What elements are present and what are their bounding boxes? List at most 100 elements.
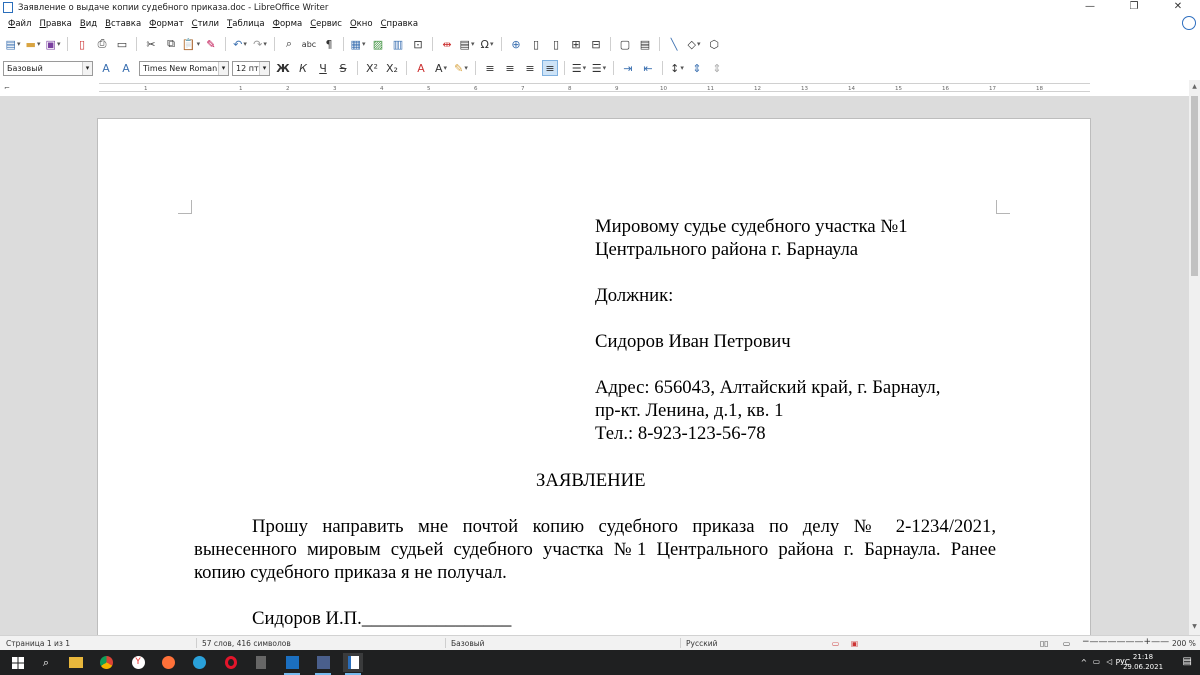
- strikethrough-button[interactable]: S: [335, 60, 351, 76]
- italic-button[interactable]: К: [295, 60, 311, 76]
- undo-icon[interactable]: ↶: [232, 36, 248, 52]
- find-replace-icon[interactable]: ⌕: [281, 36, 297, 52]
- tab-stop-type-icon[interactable]: ⌐: [4, 84, 10, 92]
- scroll-up-icon[interactable]: ▲: [1189, 83, 1200, 93]
- draw-functions-icon[interactable]: ⬡: [706, 36, 722, 52]
- minimize-button[interactable]: —: [1068, 0, 1112, 15]
- line-icon[interactable]: ╲: [666, 36, 682, 52]
- volume-icon[interactable]: ◁: [1106, 657, 1112, 666]
- document-page[interactable]: Мировому судье судебного участка №1 Цент…: [97, 118, 1091, 635]
- clear-formatting-icon[interactable]: A: [413, 60, 429, 76]
- calculator-icon[interactable]: [251, 653, 271, 672]
- firefox-icon[interactable]: [158, 653, 178, 672]
- taskbar-app-icon[interactable]: [313, 653, 333, 675]
- libreoffice-writer-icon[interactable]: [343, 653, 363, 675]
- underline-button[interactable]: Ч: [315, 60, 331, 76]
- bold-button[interactable]: Ж: [275, 60, 291, 76]
- page-count[interactable]: Страница 1 из 1: [6, 639, 70, 648]
- menu-tools[interactable]: Сервис: [306, 19, 346, 29]
- chevron-down-icon[interactable]: ▾: [259, 61, 269, 75]
- book-view-icon[interactable]: ▭: [1063, 639, 1070, 648]
- menu-styles[interactable]: Стили: [188, 19, 223, 29]
- insert-image-icon[interactable]: ▨: [370, 36, 386, 52]
- menu-view[interactable]: Вид: [76, 19, 101, 29]
- text-language[interactable]: Русский: [686, 639, 718, 648]
- highlight-icon[interactable]: ✎: [453, 60, 469, 76]
- copy-icon[interactable]: ⧉: [163, 36, 179, 52]
- bullet-list-icon[interactable]: ☰: [571, 60, 587, 76]
- paragraph-style-select[interactable]: Базовый ▾: [3, 60, 93, 76]
- font-name-select[interactable]: Times New Roman ▾: [139, 60, 229, 76]
- update-globe-icon[interactable]: [1182, 16, 1196, 30]
- single-page-view-icon[interactable]: ▯▯: [1040, 639, 1048, 648]
- justify-icon[interactable]: ≡: [542, 60, 558, 76]
- hyperlink-icon[interactable]: ⊕: [508, 36, 524, 52]
- track-changes-icon[interactable]: ▤: [637, 36, 653, 52]
- spelling-icon[interactable]: abc: [301, 36, 317, 52]
- clone-formatting-icon[interactable]: ✎: [203, 36, 219, 52]
- taskbar-clock[interactable]: 21:18 29.06.2021: [1118, 652, 1168, 672]
- restore-button[interactable]: ❐: [1112, 0, 1156, 15]
- increase-indent-icon[interactable]: ⇥: [620, 60, 636, 76]
- file-explorer-icon[interactable]: [66, 653, 86, 672]
- insert-textbox-icon[interactable]: ⊡: [410, 36, 426, 52]
- align-center-icon[interactable]: ≡: [502, 60, 518, 76]
- telegram-icon[interactable]: [189, 653, 209, 672]
- chrome-icon[interactable]: [96, 653, 116, 672]
- update-style-icon[interactable]: A: [98, 60, 114, 76]
- scroll-thumb[interactable]: [1191, 96, 1198, 276]
- tray-chevron-icon[interactable]: ^: [1081, 658, 1087, 667]
- open-folder-icon[interactable]: ▬: [25, 36, 41, 52]
- print-preview-icon[interactable]: ▭: [114, 36, 130, 52]
- zoom-level[interactable]: 200 %: [1172, 639, 1196, 648]
- footnote-icon[interactable]: ▯: [528, 36, 544, 52]
- menu-form[interactable]: Форма: [269, 19, 307, 29]
- decrease-indent-icon[interactable]: ⇤: [640, 60, 656, 76]
- cut-icon[interactable]: ✂: [143, 36, 159, 52]
- basic-shapes-icon[interactable]: ◇: [686, 36, 702, 52]
- menu-table[interactable]: Таблица: [223, 19, 269, 29]
- insert-field-icon[interactable]: ▤: [459, 36, 475, 52]
- chevron-down-icon[interactable]: ▾: [218, 61, 228, 75]
- menu-help[interactable]: Справка: [377, 19, 422, 29]
- insert-mode-icon[interactable]: ▭: [832, 639, 839, 648]
- vertical-scrollbar[interactable]: ▲ ▼: [1189, 80, 1200, 635]
- align-left-icon[interactable]: ≡: [482, 60, 498, 76]
- new-document-icon[interactable]: ▤: [5, 36, 21, 52]
- line-spacing-icon[interactable]: ↕: [669, 60, 685, 76]
- cross-reference-icon[interactable]: ⊟: [588, 36, 604, 52]
- horizontal-ruler[interactable]: 1 1 2 3 4 5 6 7 8 9 10 11 12 13 14 15 16…: [99, 83, 1090, 92]
- superscript-button[interactable]: X²: [364, 60, 380, 76]
- document-modified-icon[interactable]: ▣: [851, 639, 858, 648]
- opera-icon[interactable]: [221, 653, 241, 672]
- comment-icon[interactable]: ▢: [617, 36, 633, 52]
- menu-file[interactable]: Файл: [4, 19, 36, 29]
- insert-chart-icon[interactable]: ▥: [390, 36, 406, 52]
- notification-icon[interactable]: ▤: [1183, 656, 1192, 667]
- menu-format[interactable]: Формат: [145, 19, 188, 29]
- font-color-icon[interactable]: A: [433, 60, 449, 76]
- formatting-marks-icon[interactable]: ¶: [321, 36, 337, 52]
- decrease-paragraph-spacing-icon[interactable]: ⇕: [709, 60, 725, 76]
- word-count[interactable]: 57 слов, 416 символов: [202, 639, 291, 648]
- page-break-icon[interactable]: ⇹: [439, 36, 455, 52]
- save-icon[interactable]: ▣: [45, 36, 61, 52]
- scroll-down-icon[interactable]: ▼: [1189, 623, 1200, 633]
- paste-icon[interactable]: 📋: [182, 36, 199, 52]
- numbered-list-icon[interactable]: ☰: [591, 60, 607, 76]
- export-pdf-icon[interactable]: ▯: [74, 36, 90, 52]
- page-style[interactable]: Базовый: [451, 639, 485, 648]
- print-icon[interactable]: ⎙: [94, 36, 110, 52]
- redo-icon[interactable]: ↷: [252, 36, 268, 52]
- insert-table-icon[interactable]: ▦: [350, 36, 366, 52]
- chevron-down-icon[interactable]: ▾: [82, 61, 92, 75]
- search-icon[interactable]: ⌕: [36, 653, 56, 672]
- close-button[interactable]: ✕: [1156, 0, 1200, 15]
- align-right-icon[interactable]: ≡: [522, 60, 538, 76]
- menu-window[interactable]: Окно: [346, 19, 377, 29]
- new-style-icon[interactable]: A: [118, 60, 134, 76]
- increase-paragraph-spacing-icon[interactable]: ⇕: [689, 60, 705, 76]
- bookmark-icon[interactable]: ⊞: [568, 36, 584, 52]
- start-button[interactable]: [8, 653, 28, 672]
- font-size-select[interactable]: 12 пт ▾: [232, 60, 270, 76]
